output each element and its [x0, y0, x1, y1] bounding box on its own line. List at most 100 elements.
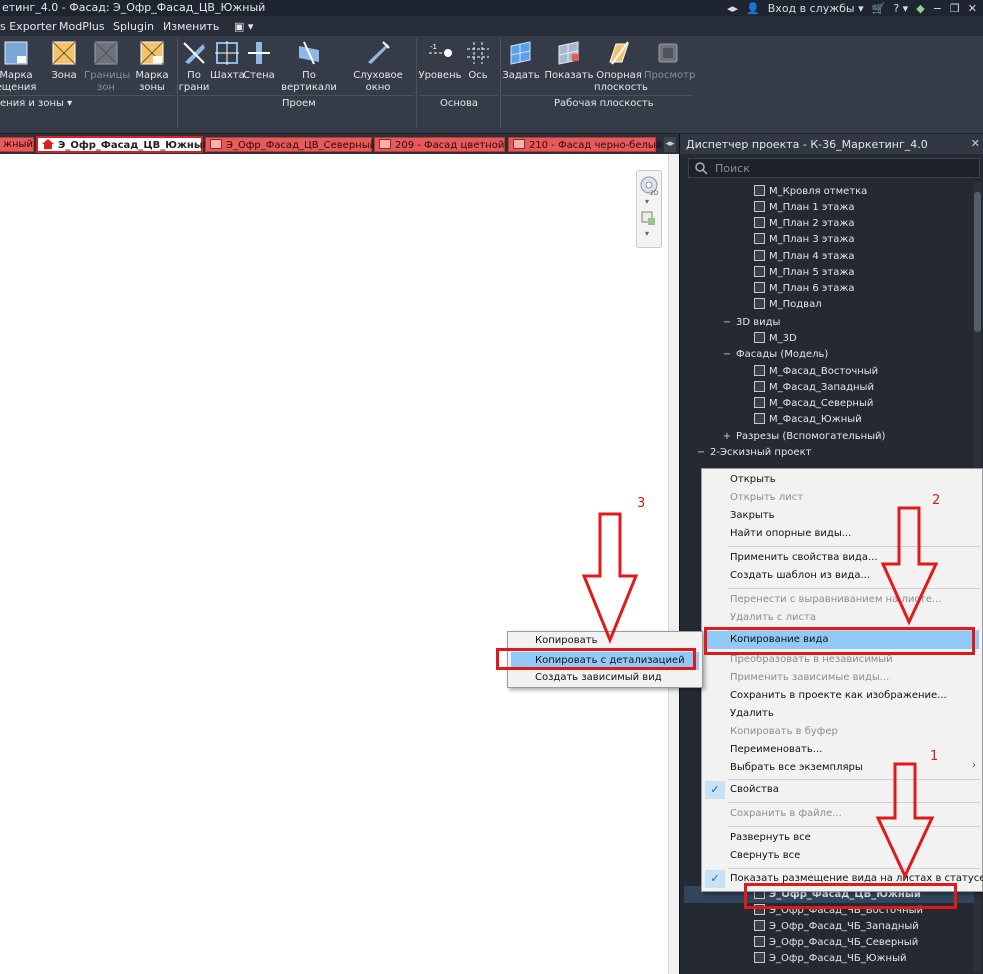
drawing-canvas[interactable]: [0, 154, 668, 974]
canvas-scrollbar[interactable]: [668, 154, 679, 974]
menu-item-find-referring-views[interactable]: Найти опорные виды...: [730, 526, 851, 542]
view-tab[interactable]: 209 - Фасад цветной: [374, 137, 505, 152]
menu-item-open-sheet[interactable]: Открыть лист: [730, 490, 803, 506]
vertical-opening-button[interactable]: По вертикали: [276, 40, 342, 94]
menu-splugin[interactable]: Splugin: [113, 20, 154, 33]
menu-item-save-to-file[interactable]: Сохранить в файле...: [730, 806, 842, 822]
tabs-overflow-button[interactable]: ◂▸: [664, 137, 676, 152]
tree-item-view[interactable]: М_План 4 этажа: [754, 249, 855, 265]
elevation-view-icon: [210, 139, 222, 149]
tree-item-view[interactable]: М_План 1 этажа: [754, 200, 855, 216]
view-icon: [754, 217, 765, 228]
tree-item-view[interactable]: Э_Офр_Фасад_ЧБ_Северный: [754, 935, 918, 951]
view-icon: [754, 185, 765, 196]
tree-item-view[interactable]: М_Фасад_Восточный: [754, 364, 878, 380]
tree-item-view[interactable]: М_План 3 этажа: [754, 232, 855, 248]
area-boundary-button[interactable]: Границы зон: [84, 40, 130, 94]
menu-item-expand-all[interactable]: Развернуть все: [730, 830, 811, 846]
submenu-item-duplicate[interactable]: Копировать: [535, 633, 597, 649]
area-tag-button[interactable]: Марка зоны: [132, 40, 172, 94]
group-divider: [419, 95, 498, 96]
expand-toggle-icon[interactable]: +: [722, 429, 732, 445]
tree-item-view[interactable]: М_Фасад_Западный: [754, 380, 874, 396]
shaft-button[interactable]: Шахта: [210, 40, 245, 82]
opening-by-face-button[interactable]: По грани: [178, 40, 210, 94]
tree-group-sections[interactable]: + Разрезы (Вспомогательный): [722, 429, 886, 445]
scrollbar-thumb[interactable]: [974, 192, 981, 332]
show-work-plane-button[interactable]: Показать: [544, 40, 594, 82]
dormer-opening-button[interactable]: Слуховое окно: [342, 40, 414, 94]
view-tab[interactable]: 210 - Фасад черно-белый: [508, 137, 662, 152]
menu-exporter[interactable]: s Exporter: [0, 20, 57, 33]
ribbon-separator: [500, 38, 501, 128]
menu-item-rename[interactable]: Переименовать...: [730, 742, 822, 758]
tree-item-view[interactable]: М_План 6 этажа: [754, 281, 855, 297]
wall-opening-button[interactable]: Стена: [243, 40, 275, 82]
sign-in-button[interactable]: Вход в службы ▾: [768, 2, 864, 15]
view-tab[interactable]: жный: [0, 137, 34, 152]
cart-icon[interactable]: 🛒: [872, 2, 886, 15]
help-button[interactable]: ? ▾: [893, 2, 908, 15]
menu-item-select-all-instances[interactable]: Выбрать все экземпляры: [730, 760, 863, 776]
tree-item-view[interactable]: Э_Офр_Фасад_ЧБ_Южный: [754, 951, 906, 967]
menu-modplus[interactable]: ModPlus: [59, 20, 105, 33]
menu-item-collapse-all[interactable]: Свернуть все: [730, 848, 800, 864]
tree-item-view[interactable]: М_3D: [754, 331, 797, 347]
tree-item-view[interactable]: М_Кровля отметка: [754, 184, 867, 200]
submenu-item-duplicate-as-dependent[interactable]: Создать зависимый вид: [535, 670, 662, 686]
svg-text:-1: -1: [430, 43, 437, 51]
menu-item-copy-to-clipboard[interactable]: Копировать в буфер: [730, 724, 838, 740]
menu-item-properties[interactable]: Свойства: [730, 782, 779, 798]
menu-item-delete[interactable]: Удалить: [730, 706, 774, 722]
tree-item-view[interactable]: М_Подвал: [754, 297, 822, 313]
grid-button[interactable]: Ось: [462, 40, 494, 82]
camera-dropdown-icon[interactable]: ▣ ▾: [234, 20, 253, 33]
tree-item-view[interactable]: М_План 5 этажа: [754, 265, 855, 281]
group-rooms-label[interactable]: ения и зоны ▾: [0, 98, 72, 109]
browser-search-input[interactable]: Поиск: [688, 158, 980, 178]
chevron-down-icon[interactable]: ▾: [645, 197, 649, 206]
tree-item-view[interactable]: М_Фасад_Северный: [754, 396, 873, 412]
view-tab[interactable]: Э_Офр_Фасад_ЦВ_Северный: [205, 137, 376, 152]
tree-group-elevations[interactable]: − Фасады (Модель): [722, 347, 828, 363]
room-tag-button[interactable]: Марка ещения: [0, 40, 38, 94]
wall-opening-icon: [248, 42, 270, 64]
set-work-plane-button[interactable]: Задать: [502, 40, 540, 82]
minimize-button[interactable]: −: [933, 2, 942, 15]
tree-item-view[interactable]: М_План 2 этажа: [754, 216, 855, 232]
share-icon[interactable]: ◂▸: [727, 2, 738, 15]
tree-item-view[interactable]: Э_Офр_Фасад_ЧБ_Западный: [754, 919, 919, 935]
menu-modify[interactable]: Изменить: [163, 20, 219, 33]
menu-item-remove-from-sheet[interactable]: Удалить с листа: [730, 610, 816, 626]
checkmark-icon: ✓: [705, 870, 725, 888]
chevron-down-icon[interactable]: ▾: [645, 229, 649, 238]
menu-item-save-as-image[interactable]: Сохранить в проекте как изображение...: [730, 688, 947, 704]
level-button[interactable]: -1 Уровень: [418, 40, 462, 82]
steering-wheel-icon[interactable]: 2D: [639, 175, 659, 197]
viewer-icon: [658, 43, 678, 63]
collapse-toggle-icon[interactable]: −: [722, 315, 732, 331]
group-opening-label: Проем: [282, 98, 316, 109]
tree-item-view[interactable]: М_Фасад_Южный: [754, 412, 862, 428]
menu-item-move-on-sheet[interactable]: Перенести с выравниванием на листе...: [730, 592, 941, 608]
tree-group-3d-views[interactable]: −3D виды: [722, 315, 781, 331]
collapse-toggle-icon[interactable]: −: [722, 347, 732, 363]
menu-item-close[interactable]: Закрыть: [730, 508, 775, 524]
group-datum-label: Основа: [440, 98, 479, 109]
tree-group-sketch-project[interactable]: −2-Эскизный проект: [696, 445, 812, 461]
menu-item-apply-dependent-views[interactable]: Применить зависимые виды...: [730, 670, 889, 686]
view-tab-active[interactable]: Э_Офр_Фасад_ЦВ_Южный: [36, 136, 210, 153]
group-divider: [503, 95, 693, 96]
menu-item-open[interactable]: Открыть: [730, 472, 776, 488]
close-icon[interactable]: ✕: [971, 137, 980, 150]
room-tag-icon: [4, 41, 28, 65]
zoom-icon[interactable]: [641, 211, 657, 227]
area-button[interactable]: Зона: [46, 40, 82, 82]
viewer-button[interactable]: Просмотр: [644, 40, 695, 82]
menu-item-create-view-template[interactable]: Создать шаблон из вида...: [730, 568, 870, 584]
restore-button[interactable]: ❐: [950, 2, 960, 15]
collapse-toggle-icon[interactable]: −: [696, 445, 706, 461]
menu-item-apply-view-properties[interactable]: Применить свойства вида...: [730, 550, 878, 566]
close-button[interactable]: ✕: [968, 2, 977, 15]
reference-plane-button[interactable]: Опорная плоскость: [594, 40, 648, 94]
